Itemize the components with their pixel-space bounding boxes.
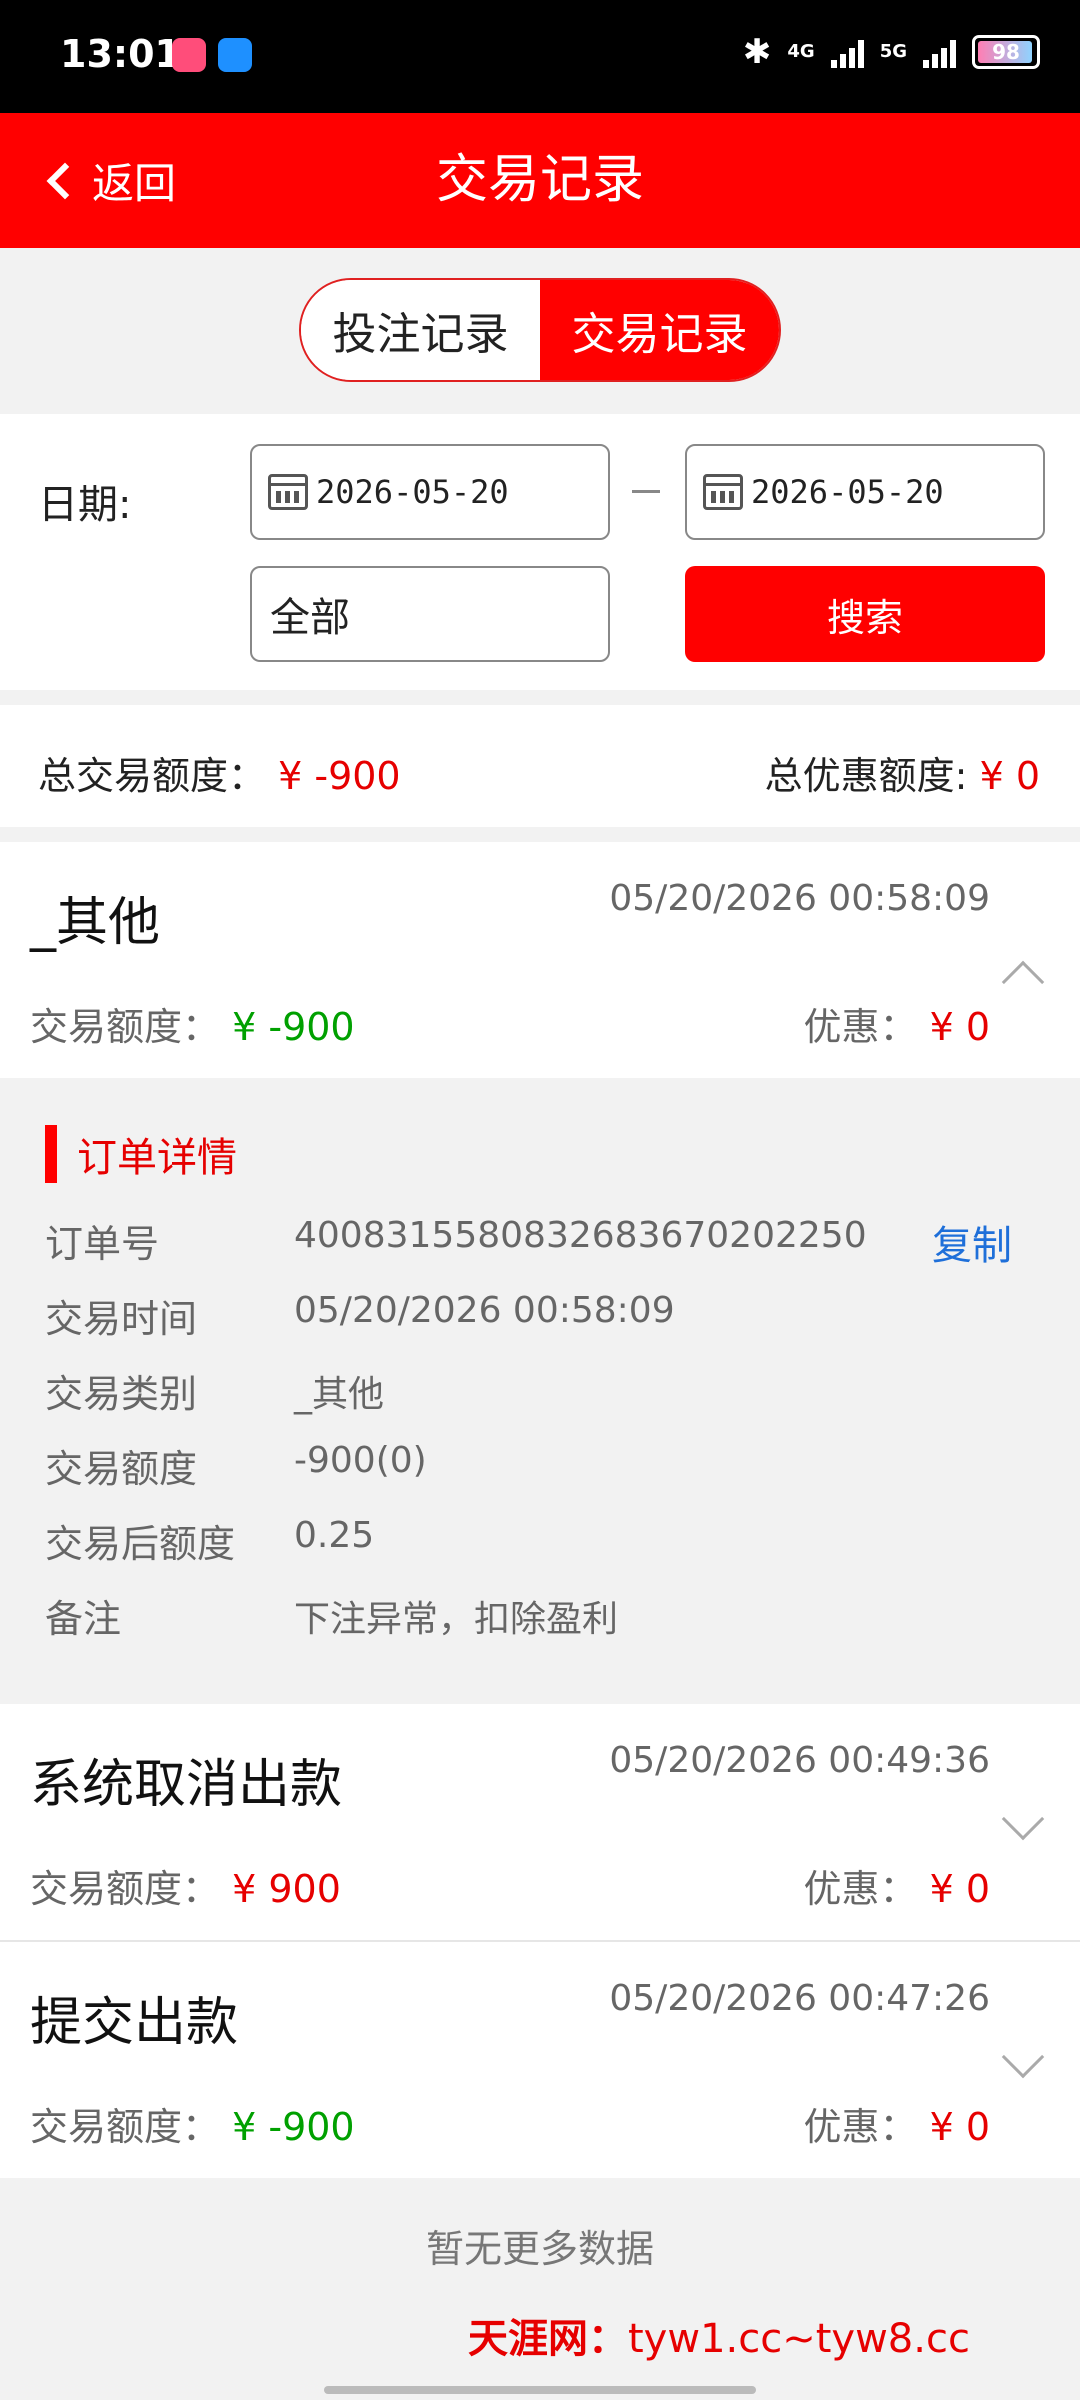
nav-bar: 返回 交易记录 [0, 113, 1080, 248]
filter-panel: 日期: 2026-05-20 2026-05-20 全部 搜索 [0, 414, 1080, 690]
record-discount-label: 优惠： [803, 1005, 918, 1049]
detail-value: 0.25 [294, 1515, 375, 1556]
segment-container: 投注记录 交易记录 [0, 248, 1080, 414]
record-discount-value: ¥ 0 [929, 1005, 990, 1049]
no-more-data-text: 暂无更多数据 [425, 2227, 654, 2271]
record-discount-value: ¥ 0 [929, 1867, 990, 1911]
detail-label: 交易时间 [45, 1297, 198, 1341]
tab-trade-records[interactable]: 交易记录 [540, 280, 779, 380]
chevron-down-icon[interactable] [1001, 2035, 1045, 2079]
chevron-up-icon[interactable] [1001, 960, 1045, 1004]
watermark-brand: 天涯网： [468, 2315, 628, 2362]
app-notification-icon [172, 38, 206, 72]
record-title: 提交出款 [30, 1993, 239, 2053]
detail-value: _其他 [294, 1374, 385, 1415]
chevron-down-icon[interactable] [1001, 1797, 1045, 1841]
order-details: 订单详情 订单号 4008315580832683670202250 复制 交易… [0, 1078, 1080, 1704]
detail-label: 备注 [45, 1597, 122, 1641]
detail-value: -900(0) [294, 1440, 427, 1481]
copy-button[interactable]: 复制 [932, 1213, 1012, 1271]
record-amount-value: ¥ 900 [232, 1867, 341, 1911]
list-item[interactable]: 提交出款 05/20/2026 00:47:26 交易额度： ¥ -900 优惠… [0, 1942, 1080, 2178]
record-discount-label: 优惠： [803, 2105, 918, 2149]
record-amount: 交易额度： ¥ 900 [30, 1858, 341, 1913]
network-4g-label: 4G [787, 41, 815, 62]
record-discount: 优惠： ¥ 0 [803, 996, 990, 1051]
record-time: 05/20/2026 00:58:09 [609, 878, 990, 919]
detail-value: 下注异常，扣除盈利 [294, 1599, 619, 1640]
start-date-value: 2026-05-20 [316, 473, 509, 511]
total-discount-value: ¥ 0 [979, 754, 1040, 798]
record-amount-label: 交易额度： [30, 1005, 221, 1049]
record-time: 05/20/2026 00:49:36 [609, 1740, 990, 1781]
end-date-value: 2026-05-20 [751, 473, 944, 511]
signal-icon [830, 36, 864, 68]
app-notification-icon [218, 38, 252, 72]
date-range-separator [632, 490, 660, 493]
status-bar: 13:01 ✱ 4G 5G 98 [0, 0, 1080, 113]
end-date-input[interactable]: 2026-05-20 [685, 444, 1045, 540]
watermark: 天涯网：tyw1.cc~tyw8.cc [468, 2306, 970, 2364]
record-amount-value: ¥ -900 [232, 2105, 355, 2149]
total-discount: 总优惠额度: ¥ 0 [765, 745, 1040, 800]
record-amount-label: 交易额度： [30, 1867, 221, 1911]
start-date-input[interactable]: 2026-05-20 [250, 444, 610, 540]
total-amount: 总交易额度： ¥ -900 [38, 745, 401, 800]
detail-label: 交易后额度 [45, 1522, 236, 1566]
order-number-value: 4008315580832683670202250 [294, 1215, 867, 1256]
detail-label: 订单号 [45, 1222, 160, 1266]
record-amount: 交易额度： ¥ -900 [30, 2096, 355, 2151]
segmented-control: 投注记录 交易记录 [299, 278, 781, 382]
record-discount-value: ¥ 0 [929, 2105, 990, 2149]
record-amount-label: 交易额度： [30, 2105, 221, 2149]
total-discount-label: 总优惠额度: [764, 754, 968, 798]
signal-icon [923, 36, 956, 68]
record-amount: 交易额度： ¥ -900 [30, 996, 355, 1051]
page-title: 交易记录 [435, 150, 644, 210]
search-button[interactable]: 搜索 [685, 566, 1045, 662]
heading-accent-bar [45, 1125, 57, 1183]
record-time: 05/20/2026 00:47:26 [609, 1978, 990, 2019]
total-amount-label: 总交易额度： [38, 754, 267, 798]
summary-bar: 总交易额度： ¥ -900 总优惠额度: ¥ 0 [0, 705, 1080, 827]
status-time: 13:01 [60, 32, 181, 76]
detail-label: 交易额度 [45, 1447, 198, 1491]
detail-value: 05/20/2026 00:58:09 [294, 1290, 675, 1331]
record-discount: 优惠： ¥ 0 [803, 2096, 990, 2151]
total-amount-value: ¥ -900 [278, 754, 401, 798]
record-title: 系统取消出款 [30, 1755, 343, 1815]
order-details-title: 订单详情 [77, 1135, 237, 1181]
battery-icon: 98 [972, 35, 1040, 69]
list-item[interactable]: 系统取消出款 05/20/2026 00:49:36 交易额度： ¥ 900 优… [0, 1704, 1080, 1940]
record-amount-value: ¥ -900 [232, 1005, 355, 1049]
detail-label: 交易类别 [45, 1372, 198, 1416]
watermark-domains: tyw1.cc~tyw8.cc [628, 2316, 970, 2362]
record-discount: 优惠： ¥ 0 [803, 1858, 990, 1913]
calendar-icon [268, 474, 308, 510]
list-item[interactable]: _其他 05/20/2026 00:58:09 交易额度： ¥ -900 优惠：… [0, 842, 1080, 1078]
type-select[interactable]: 全部 [250, 566, 610, 662]
calendar-icon [703, 474, 743, 510]
order-details-heading: 订单详情 [45, 1124, 237, 1184]
home-indicator[interactable] [324, 2386, 756, 2394]
tab-bet-records[interactable]: 投注记录 [301, 280, 540, 380]
record-title: _其他 [30, 893, 161, 953]
network-5g-label: 5G [879, 41, 907, 62]
bluetooth-icon: ✱ [742, 32, 772, 72]
date-label: 日期: [38, 482, 132, 528]
battery-percent: 98 [992, 40, 1020, 64]
record-discount-label: 优惠： [803, 1867, 918, 1911]
status-indicators: ✱ 4G 5G 98 [743, 32, 1040, 72]
